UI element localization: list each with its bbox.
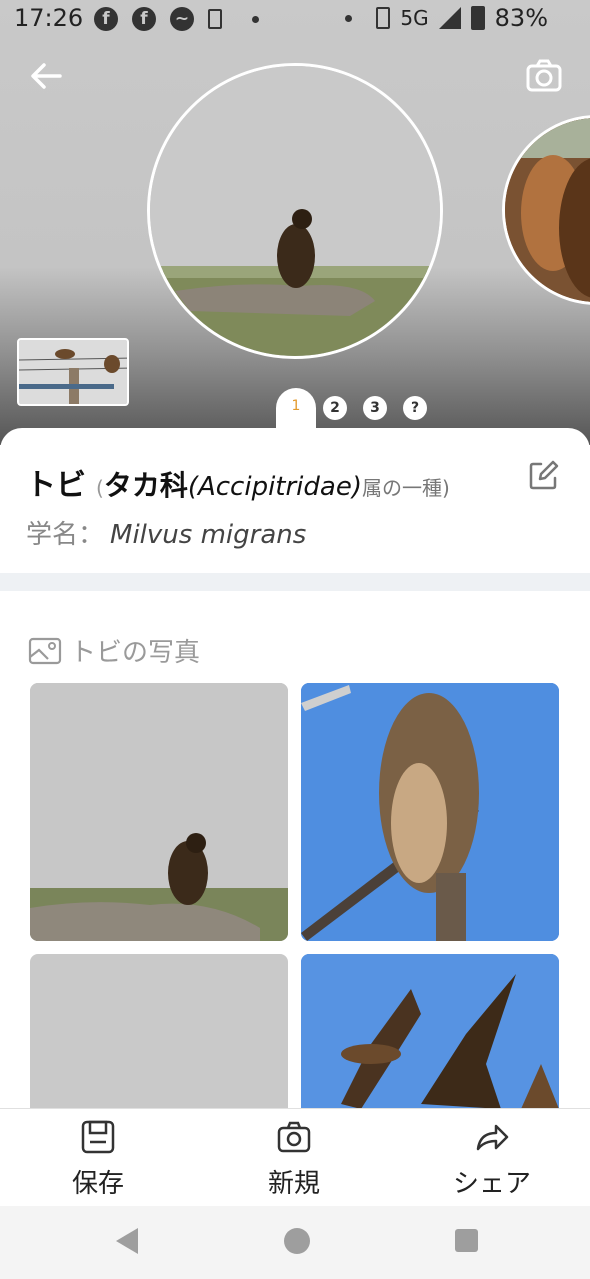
scientific-name-label: 学名： bbox=[26, 520, 105, 550]
status-bar: 17:26 f f ~ 5G 83% bbox=[0, 0, 590, 38]
nav-recents-icon[interactable] bbox=[455, 1229, 478, 1252]
photo-tile[interactable] bbox=[301, 954, 559, 1109]
dot-icon bbox=[252, 15, 259, 23]
save-label: 保存 bbox=[71, 1169, 124, 1199]
bottom-action-bar: 保存 新規 シェア bbox=[0, 1108, 590, 1206]
scientific-name: Milvus migrans bbox=[110, 520, 307, 550]
side-bird-photo[interactable] bbox=[502, 115, 590, 305]
photos-header: トビの写真 bbox=[28, 632, 200, 669]
main-bird-photo[interactable] bbox=[147, 63, 443, 359]
back-arrow-icon[interactable] bbox=[26, 56, 66, 96]
species-name: トビ bbox=[26, 468, 86, 503]
photo-tile[interactable] bbox=[30, 954, 288, 1109]
pager-page-unknown[interactable]: ? bbox=[403, 396, 427, 420]
share-label: シェア bbox=[452, 1169, 531, 1199]
camera-icon[interactable] bbox=[524, 56, 564, 96]
nav-home-icon[interactable] bbox=[284, 1228, 310, 1254]
nav-back-icon[interactable] bbox=[116, 1228, 138, 1254]
system-nav-bar bbox=[0, 1206, 590, 1279]
share-button[interactable]: シェア bbox=[422, 1109, 562, 1207]
vibrate-icon bbox=[376, 7, 391, 29]
species-card: トビ ( タカ科 (Accipitridae) 属の一種) 学名： Milvus… bbox=[0, 428, 590, 573]
hero-section: 17:26 f f ~ 5G 83% 1 2 3 ? bbox=[0, 0, 590, 445]
family-latin: (Accipitridae) bbox=[187, 472, 362, 502]
battery-icon bbox=[470, 6, 485, 30]
save-icon bbox=[81, 1120, 115, 1154]
battery-level: 83% bbox=[494, 4, 548, 32]
species-paren: ( bbox=[96, 476, 104, 500]
photos-title: トビの写真 bbox=[70, 638, 201, 668]
new-button[interactable]: 新規 bbox=[224, 1109, 364, 1207]
share-arrow-icon bbox=[476, 1124, 509, 1151]
save-button[interactable]: 保存 bbox=[28, 1109, 168, 1207]
new-label: 新規 bbox=[267, 1169, 320, 1199]
species-title: トビ ( タカ科 (Accipitridae) 属の一種) bbox=[26, 460, 450, 504]
signal-icon bbox=[438, 7, 461, 29]
network-label: 5G bbox=[400, 6, 429, 30]
messenger-icon: ~ bbox=[170, 7, 194, 31]
family-japanese: タカ科 bbox=[103, 469, 188, 502]
image-icon bbox=[28, 637, 62, 664]
edit-icon[interactable] bbox=[527, 460, 559, 492]
photo-tile[interactable] bbox=[30, 683, 288, 941]
genus-suffix: 属の一種) bbox=[361, 476, 450, 500]
section-divider bbox=[0, 573, 590, 591]
scientific-name-row: 学名： Milvus migrans bbox=[26, 514, 306, 551]
photo-tile[interactable] bbox=[301, 683, 559, 941]
pager-page-2[interactable]: 2 bbox=[323, 396, 347, 420]
camera-icon bbox=[277, 1121, 311, 1153]
facebook-icon: f bbox=[132, 7, 156, 31]
facebook-icon: f bbox=[94, 7, 118, 31]
sim-icon bbox=[208, 9, 222, 29]
dot-icon bbox=[345, 14, 353, 22]
notification-icons: f f ~ bbox=[94, 7, 259, 31]
pager-page-3[interactable]: 3 bbox=[363, 396, 387, 420]
system-indicators: 5G 83% bbox=[345, 4, 548, 32]
status-time: 17:26 bbox=[14, 4, 84, 32]
